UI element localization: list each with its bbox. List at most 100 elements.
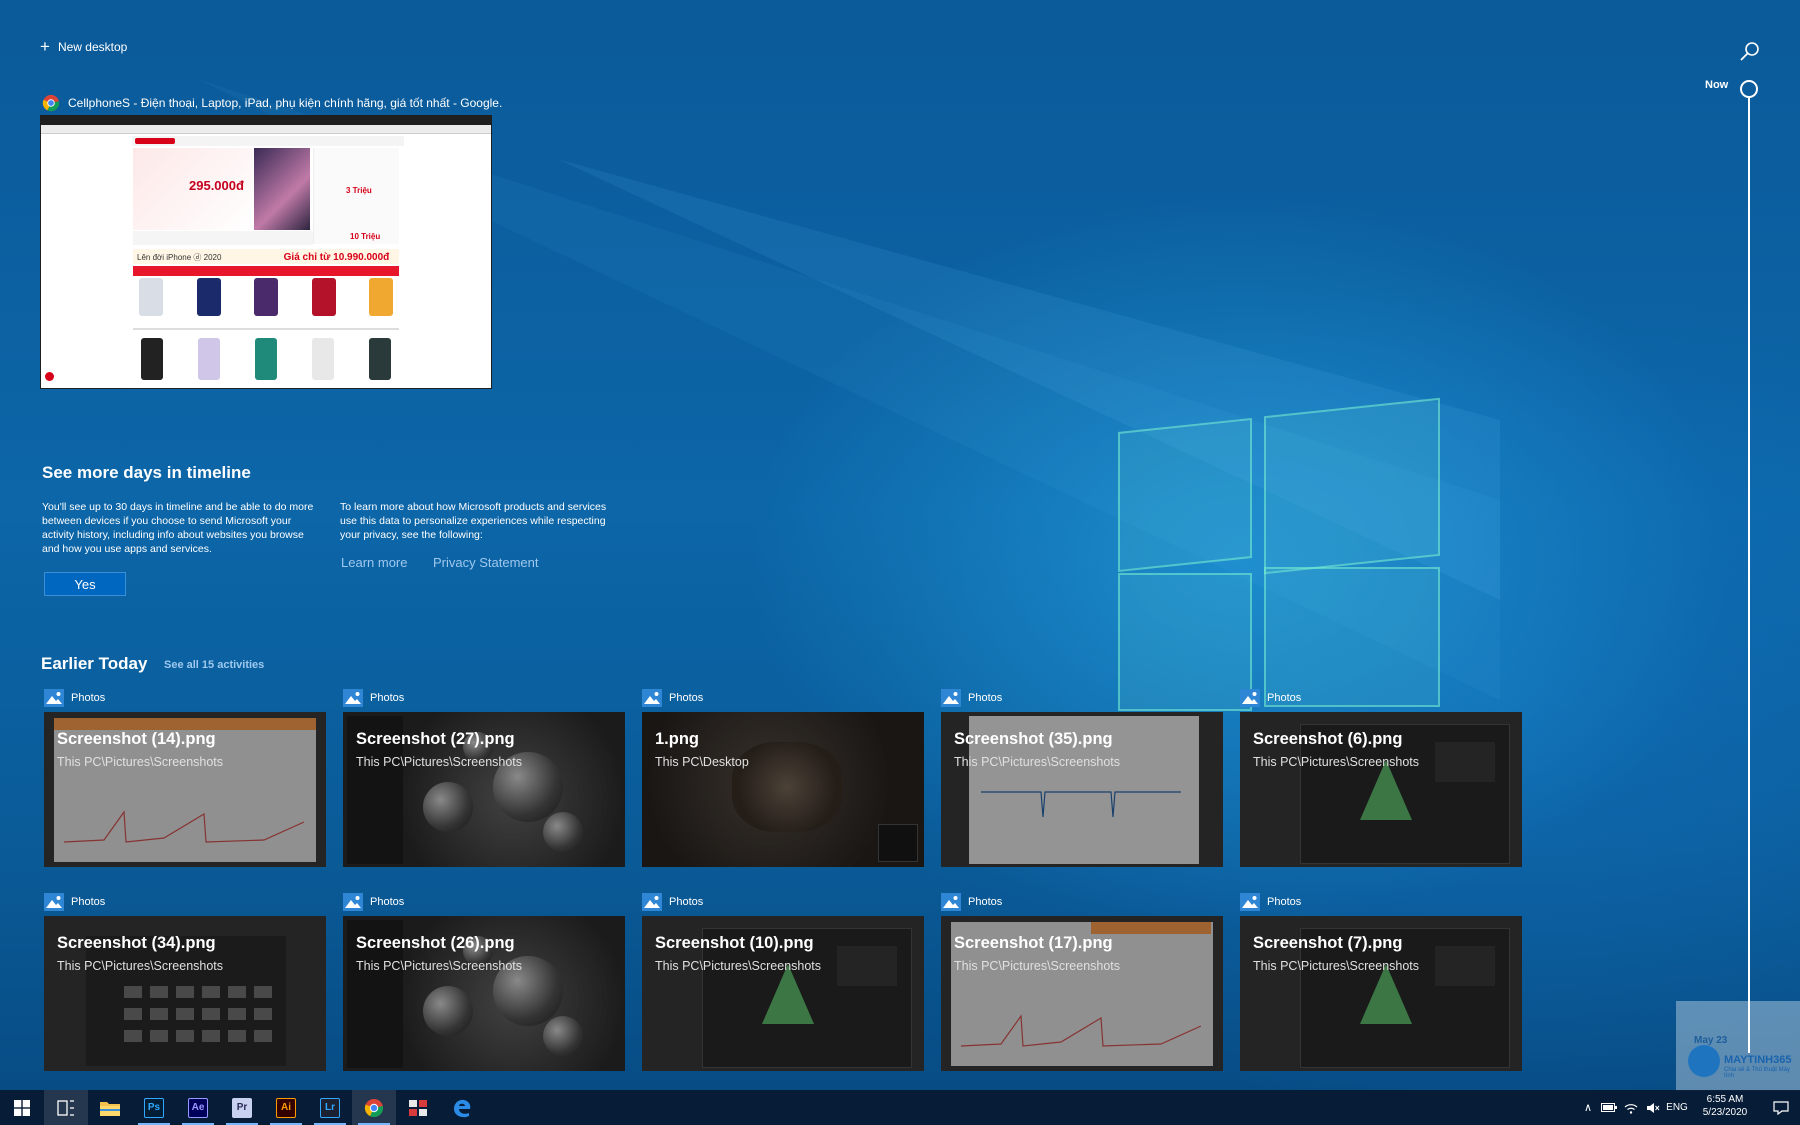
activity-card[interactable]: Photos Screenshot (27).png This PC\Picture… [343,688,625,873]
activity-card-header: Photos [642,892,703,912]
activity-card-title: Screenshot (34).png [57,934,216,952]
app-grid-icon [409,1099,427,1116]
task-view-icon [57,1099,74,1116]
battery-button[interactable] [1598,1090,1620,1125]
activity-card-path: This PC\Pictures\Screenshots [356,959,523,973]
activity-card-header: Photos [941,892,1002,912]
photoshop-icon: Ps [144,1097,164,1118]
search-icon[interactable] [1738,40,1762,64]
activity-card-thumbnail: Screenshot (6).png This PC\Pictures\Scree… [1240,712,1522,867]
after-effects-button[interactable]: Ae [176,1090,220,1125]
photos-app-icon [642,689,662,707]
task-view-button[interactable] [44,1090,88,1125]
watermark-date: May 23 [1694,1035,1728,1046]
activity-card-path: This PC\Pictures\Screenshots [655,959,822,973]
timeline-scrollbar[interactable] [1748,98,1750,1053]
privacy-statement-link[interactable]: Privacy Statement [433,555,539,570]
notification-bell-icon [45,372,54,381]
activity-card-thumbnail: Screenshot (35).png This PC\Pictures\Scre… [941,712,1223,867]
activity-card[interactable]: Photos Screenshot (34).png This PC\Picture… [44,892,326,1077]
activity-card[interactable]: Photos Screenshot (35).png This PC\Picture… [941,688,1223,873]
thumbnail-side-tag-1: 3 Triệu [346,186,372,195]
folder-icon [100,1101,120,1116]
activity-card-app-name: Photos [1267,896,1302,908]
learn-more-link[interactable]: Learn more [341,555,407,570]
activity-card-app-name: Photos [370,896,405,908]
activity-card-header: Photos [343,892,404,912]
input-language-button[interactable]: ENG [1664,1090,1690,1125]
file-explorer-button[interactable] [88,1090,132,1125]
edge-button[interactable] [440,1090,484,1125]
photos-app-icon [941,689,961,707]
chevron-up-icon: ∧ [1583,1102,1593,1114]
show-hidden-icons-button[interactable]: ∧ [1578,1090,1598,1125]
battery-icon [1601,1103,1617,1112]
maytinh365-logo-icon [1688,1045,1720,1077]
activity-card-title: Screenshot (35).png [954,730,1113,748]
chrome-button[interactable] [352,1090,396,1125]
thumbnail-side-tag-2: 10 Triệu [350,232,381,241]
activity-card-title: Screenshot (26).png [356,934,515,952]
activity-card-thumbnail: Screenshot (14).png This PC\Pictures\Scre… [44,712,326,867]
activity-card-header: Photos [1240,892,1301,912]
activity-card-title: 1.png [655,730,699,748]
activity-card-title: Screenshot (27).png [356,730,515,748]
network-button[interactable] [1620,1090,1642,1125]
chrome-icon [364,1098,384,1117]
activity-card[interactable]: Photos Screenshot (6).png This PC\Pictures… [1240,688,1522,873]
new-desktop-label: New desktop [57,39,128,54]
see-all-activities-link[interactable]: See all 15 activities [164,659,264,671]
activity-card-thumbnail: Screenshot (17).png This PC\Pictures\Scre… [941,916,1223,1071]
photos-app-icon [44,689,64,707]
activity-card[interactable]: Photos Screenshot (26).png This PC\Picture… [343,892,625,1077]
action-center-button[interactable] [1762,1090,1800,1125]
current-activity-thumbnail[interactable]: 295.000đ 3 Triệu 10 Triệu Lên đời iPhone… [40,115,492,389]
activity-card-app-name: Photos [71,692,106,704]
premiere-button[interactable]: Pr [220,1090,264,1125]
activity-card-path: This PC\Pictures\Screenshots [57,959,224,973]
activity-card-path: This PC\Pictures\Screenshots [954,755,1121,769]
see-more-title: See more days in timeline [42,463,251,482]
timeline-scrubber-handle[interactable] [1740,80,1758,98]
thumbnail-promo-price: Giá chỉ từ 10.990.000đ [283,252,390,263]
activity-card-path: This PC\Pictures\Screenshots [57,755,224,769]
activity-card-path: This PC\Pictures\Screenshots [1253,755,1420,769]
photos-app-icon [1240,893,1260,911]
activity-card[interactable]: Photos Screenshot (14).png This PC\Picture… [44,688,326,873]
activity-card[interactable]: Photos 1.png This PC\Desktop [642,688,924,873]
activity-card-path: This PC\Pictures\Screenshots [356,755,523,769]
current-activity-title: CellphoneS - Điện thoại, Laptop, iPad, p… [68,96,502,110]
start-button[interactable] [0,1090,44,1125]
wifi-icon [1624,1103,1638,1114]
clock-time: 6:55 AM [1706,1094,1744,1105]
app-grid-button[interactable] [396,1090,440,1125]
activity-card-app-name: Photos [669,692,704,704]
activity-card[interactable]: Photos Screenshot (7).png This PC\Pictures… [1240,892,1522,1077]
clock-date: 5/23/2020 [1702,1107,1748,1118]
yes-button[interactable]: Yes [44,572,126,596]
photos-app-icon [343,689,363,707]
activity-card-title: Screenshot (17).png [954,934,1113,952]
plus-icon: + [40,37,50,56]
edge-icon [454,1099,471,1117]
activity-card[interactable]: Photos Screenshot (17).png This PC\Picture… [941,892,1223,1077]
lightroom-button[interactable]: Lr [308,1090,352,1125]
notification-icon [1773,1100,1789,1115]
activity-card-path: This PC\Desktop [655,755,749,769]
thumbnail-banner-price: 295.000đ [133,148,253,230]
photoshop-button[interactable]: Ps [132,1090,176,1125]
activity-card-app-name: Photos [968,896,1003,908]
clock[interactable]: 6:55 AM 5/23/2020 [1690,1093,1760,1119]
illustrator-button[interactable]: Ai [264,1090,308,1125]
privacy-description: To learn more about how Microsoft produc… [340,501,607,541]
new-desktop-button[interactable]: + New desktop [40,38,127,55]
photos-app-icon [1240,689,1260,707]
volume-button[interactable] [1642,1090,1664,1125]
activity-card-header: Photos [44,688,105,708]
activity-card-thumbnail: 1.png This PC\Desktop [642,712,924,867]
activity-card[interactable]: Photos Screenshot (10).png This PC\Picture… [642,892,924,1077]
chrome-icon [42,94,60,112]
photos-app-icon [343,893,363,911]
activity-card-thumbnail: Screenshot (34).png This PC\Pictures\Scre… [44,916,326,1071]
timeline-now-label: Now [1705,79,1729,91]
